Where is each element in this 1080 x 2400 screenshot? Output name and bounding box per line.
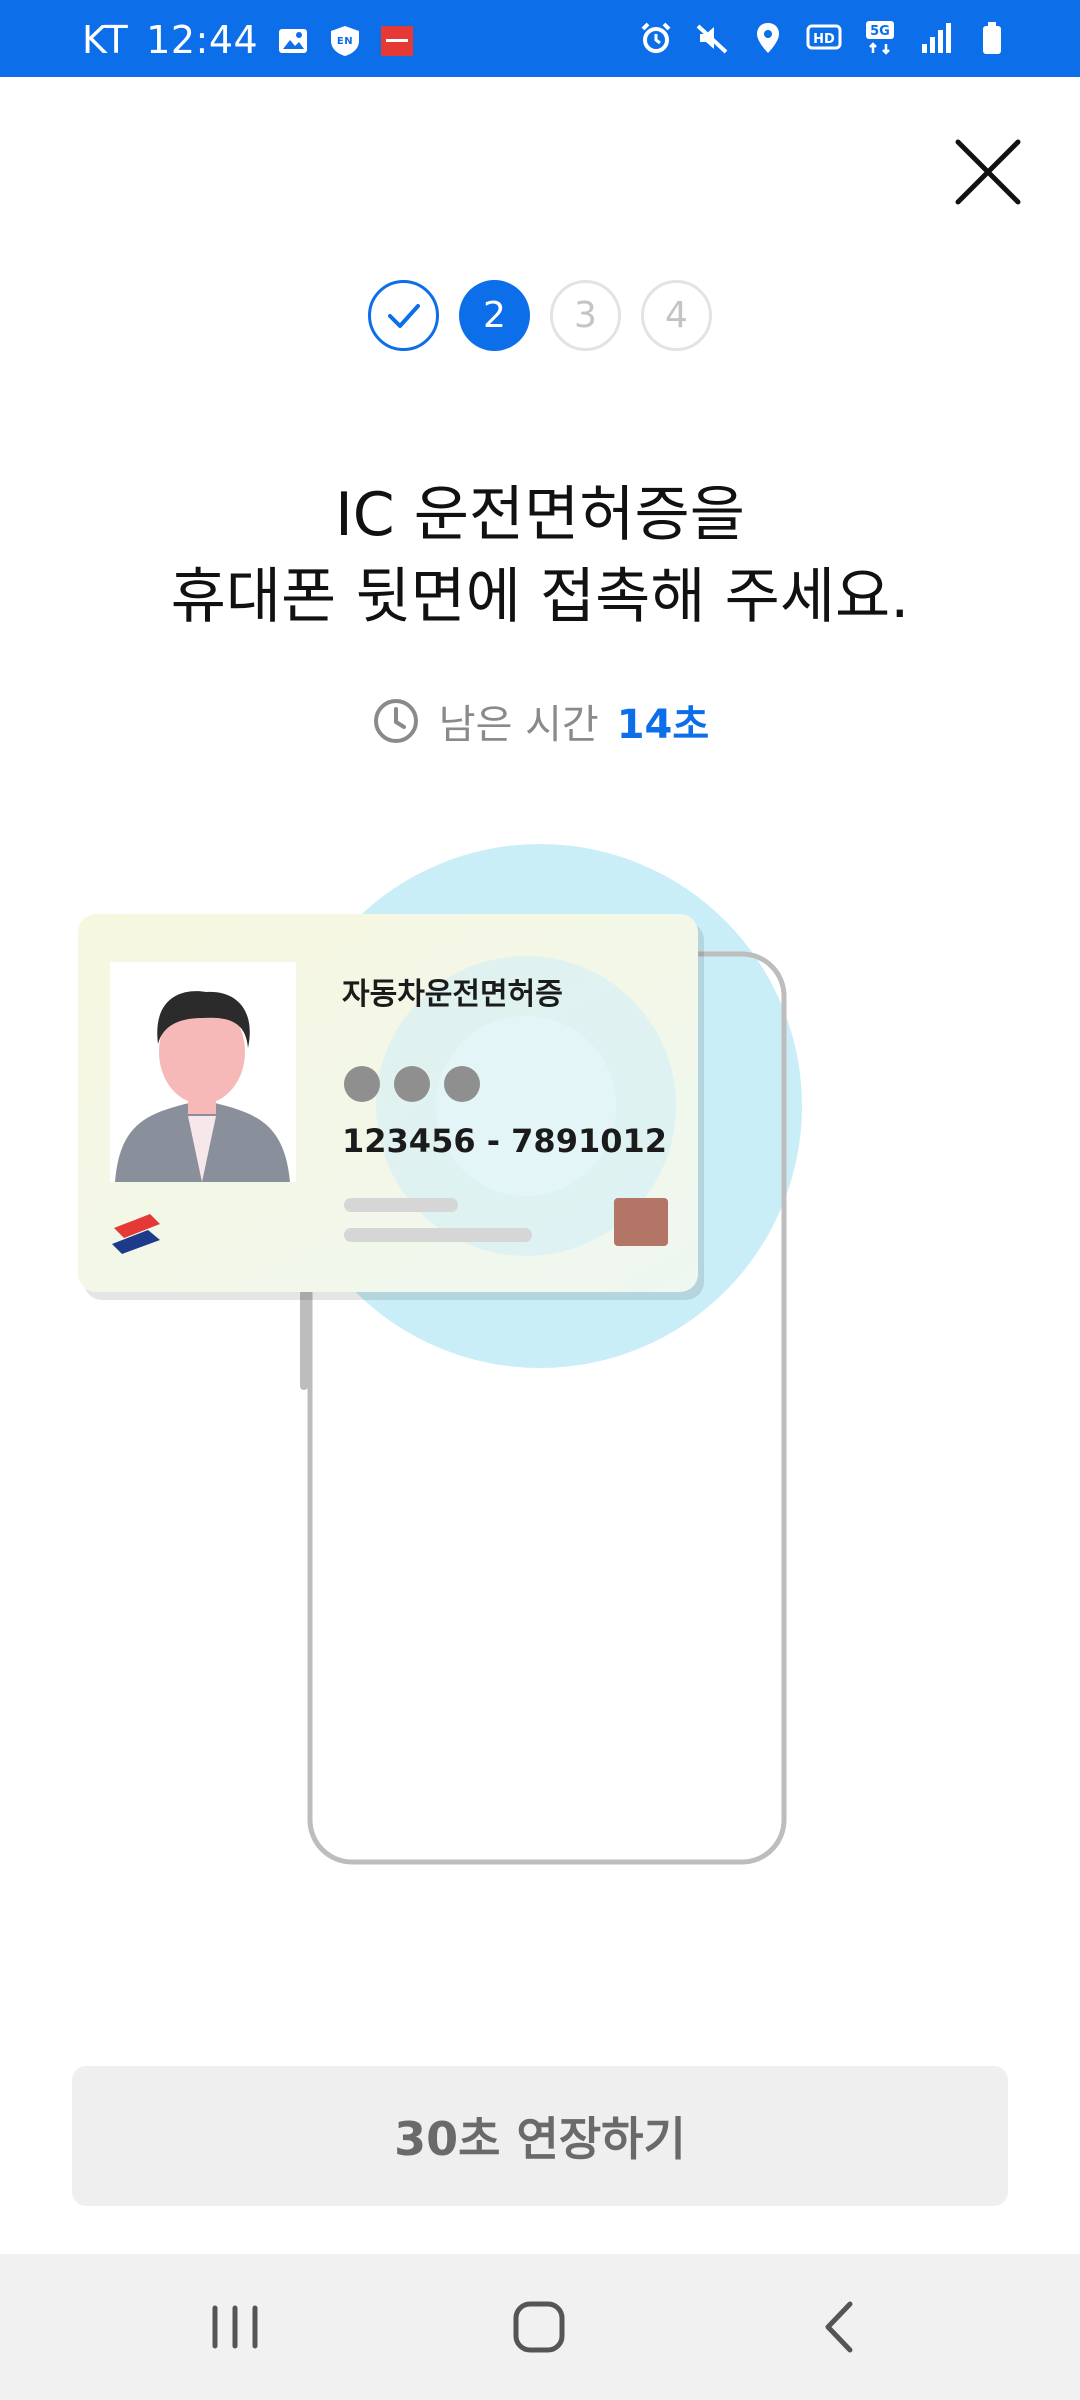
remaining-time: 남은 시간 14초 <box>0 692 1080 750</box>
alarm-icon <box>641 22 671 53</box>
home-button[interactable] <box>500 2292 580 2362</box>
license-title: 자동차운전면허증 <box>342 977 563 1012</box>
battery-icon <box>983 22 1001 54</box>
license-number: 123456 - 7891012 <box>342 1122 667 1160</box>
recents-icon <box>212 2305 258 2349</box>
remaining-time-label: 남은 시간 <box>438 702 599 748</box>
5g-icon: 5G <box>866 21 894 55</box>
svg-text:EN: EN <box>337 36 353 47</box>
shield-en-icon: EN <box>328 23 362 57</box>
system-nav-bar <box>0 2254 1080 2400</box>
step-3: 3 <box>550 280 621 351</box>
page-title: IC 운전면허증을 휴대폰 뒷면에 접촉해 주세요. <box>0 474 1080 638</box>
status-bar: KT 12:44 EN HD 5G <box>0 0 1080 77</box>
driver-license-card: 자동차운전면허증 123456 - 7891012 <box>78 914 698 1292</box>
status-right: HD 5G <box>638 20 1010 56</box>
back-icon <box>825 2301 853 2353</box>
remaining-time-value: 14초 <box>616 702 710 748</box>
title-line-2: 휴대폰 뒷면에 접촉해 주세요. <box>170 562 910 632</box>
hd-label: HD <box>813 32 835 47</box>
close-button[interactable] <box>952 136 1024 208</box>
close-icon <box>955 139 1021 205</box>
back-button[interactable] <box>800 2292 880 2362</box>
step-2-active: 2 <box>459 280 530 351</box>
phone-side-button <box>300 1290 308 1390</box>
step-1-done <box>368 280 439 351</box>
home-icon <box>513 2301 565 2353</box>
step-4: 4 <box>641 280 712 351</box>
check-icon <box>387 303 420 328</box>
nfc-illustration: 자동차운전면허증 123456 - 7891012 <box>78 844 802 1865</box>
clock-label: 12:44 <box>146 18 259 62</box>
ic-chip <box>614 1198 668 1246</box>
step-indicator: 2 3 4 <box>368 280 712 351</box>
gallery-icon <box>276 23 310 57</box>
signal-icon <box>922 23 951 53</box>
extend-30s-button[interactable]: 30초 연장하기 <box>72 2066 1008 2206</box>
clock-icon <box>373 699 418 743</box>
recents-button[interactable] <box>195 2292 275 2362</box>
hd-voice-icon: HD <box>806 24 842 50</box>
mute-icon <box>696 24 728 54</box>
app-badge-icon <box>380 23 414 57</box>
carrier-label: KT <box>82 18 129 62</box>
network-label: 5G <box>870 24 890 39</box>
location-icon <box>757 23 779 53</box>
status-left: KT 12:44 EN <box>82 18 414 62</box>
title-line-1: IC 운전면허증을 <box>335 480 745 550</box>
